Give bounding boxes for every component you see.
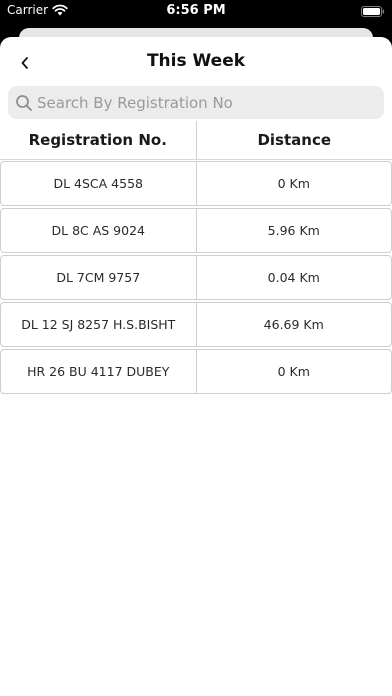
navigation-bar: This Week [0,37,392,87]
page-title: This Week [146,51,246,71]
table-row[interactable]: DL 12 SJ 8257 H.S.BISHT 46.69 Km [0,302,392,347]
registration-cell: DL 8C AS 9024 [51,223,146,238]
distance-cell: 0 Km [195,350,392,393]
registration-cell: HR 26 BU 4117 DUBEY [27,364,170,379]
battery-icon [361,6,385,17]
status-time: 6:56 PM [166,3,226,18]
table-row[interactable]: DL 8C AS 9024 5.96 Km [0,208,392,253]
distance-cell: 0.04 Km [195,256,392,299]
table-header: Registration No. Distance [0,121,392,160]
distance-cell: 46.69 Km [195,303,392,346]
search-icon [16,94,32,111]
column-header-distance[interactable]: Distance [195,121,392,159]
search-input[interactable] [37,93,367,112]
table-row[interactable]: DL 7CM 9757 0.04 Km [0,255,392,300]
registration-cell: DL 7CM 9757 [56,270,141,285]
registration-cell: DL 12 SJ 8257 H.S.BISHT [21,317,176,332]
search-bar[interactable] [8,86,384,119]
table-row[interactable]: DL 4SCA 4558 0 Km [0,161,392,206]
column-header-registration[interactable]: Registration No. [0,121,196,159]
distance-cell: 5.96 Km [195,209,392,252]
status-bar: Carrier 6:56 PM [0,0,392,26]
vehicle-list: DL 4SCA 4558 0 Km DL 8C AS 9024 5.96 Km … [0,161,392,396]
modal-sheet: This Week Registration No. Distance DL 4… [0,37,392,696]
distance-cell: 0 Km [195,162,392,205]
registration-cell: DL 4SCA 4558 [53,176,143,191]
table-row[interactable]: HR 26 BU 4117 DUBEY 0 Km [0,349,392,394]
